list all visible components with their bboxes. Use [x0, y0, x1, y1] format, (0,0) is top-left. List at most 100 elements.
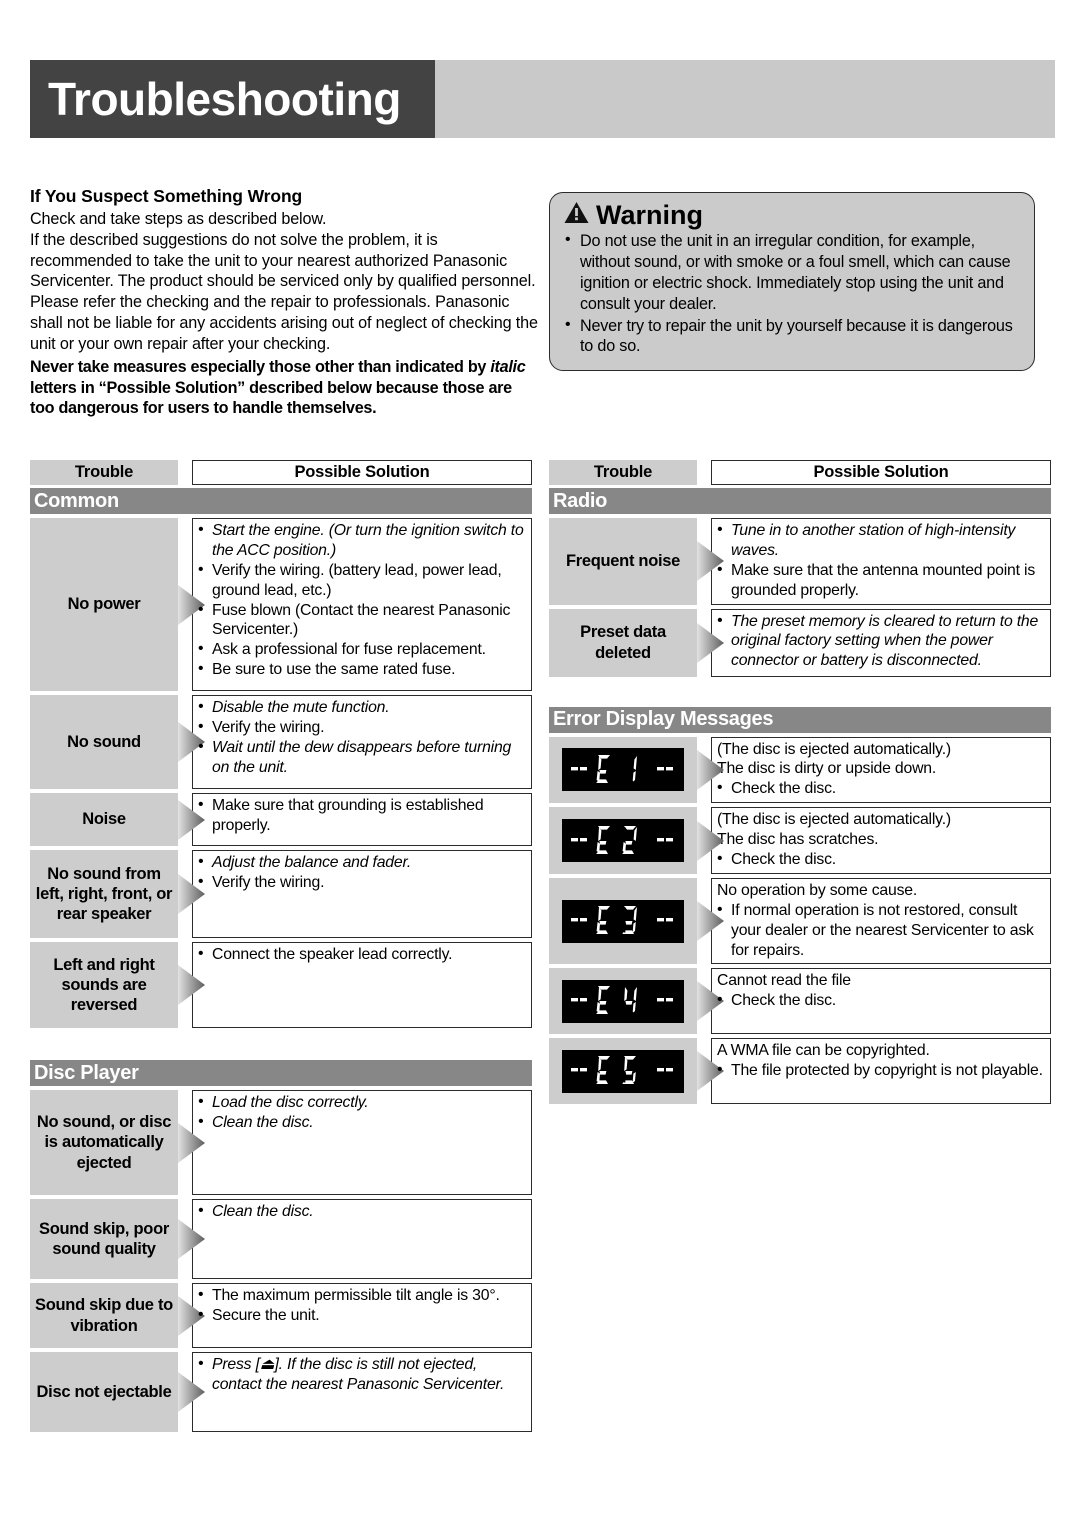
solution-item: The preset memory is cleared to return t… — [716, 611, 1046, 672]
error-description-line: Cannot read the file — [717, 972, 851, 990]
solution-cell: Start the engine. (Or turn the ignition … — [192, 518, 532, 691]
table-header-right: Trouble Possible Solution — [549, 460, 1051, 485]
error-bullet-item: If normal operation is not restored, con… — [716, 900, 1046, 961]
error-row: A WMA file can be copyrighted.The file p… — [549, 1038, 1051, 1105]
arrow-spacer — [178, 850, 205, 938]
error-description-line: No operation by some cause. — [717, 881, 918, 899]
table-row: No soundDisable the mute function.Verify… — [30, 695, 532, 789]
solution-cell: The maximum permissible tilt angle is 30… — [192, 1283, 532, 1348]
solution-item: Be sure to use the same rated fuse. — [197, 659, 527, 680]
error-bullet-item: Check the disc. — [716, 778, 1046, 799]
table-row: Sound skip, poor sound quality Clean the … — [30, 1199, 532, 1279]
error-bullet-list: Check the disc. — [716, 778, 1046, 799]
solution-item: Wait until the dew disappears before tur… — [197, 737, 527, 778]
solution-list: Start the engine. (Or turn the ignition … — [197, 520, 527, 680]
trouble-cell: No sound from left, right, front, or rea… — [30, 850, 178, 938]
solution-cell: Disable the mute function.Verify the wir… — [192, 695, 532, 789]
solution-item: Clean the disc. — [197, 1201, 527, 1222]
table-row: No power Start the engine. (Or turn the i… — [30, 518, 532, 691]
solution-cell: Press [⏏]. If the disc is still not ejec… — [192, 1352, 532, 1432]
trouble-cell: Sound skip, poor sound quality — [30, 1199, 178, 1279]
solution-item: Make sure that grounding is established … — [197, 795, 527, 836]
left-table-column: Trouble Possible Solution Common No powe… — [30, 460, 532, 1436]
solution-cell: Clean the disc. — [192, 1199, 532, 1279]
solution-item: Clean the disc. — [197, 1112, 527, 1133]
arrow-spacer — [178, 695, 205, 789]
solution-list: Make sure that grounding is established … — [197, 795, 527, 836]
error-description-line: (The disc is ejected automatically.) — [717, 740, 951, 758]
table-row: Left and right sounds are reversed Connec… — [30, 942, 532, 1028]
arrow-spacer — [697, 878, 724, 965]
error-description-cell: (The disc is ejected automatically.) The … — [711, 807, 1051, 874]
error-bullet-item: Check the disc. — [716, 849, 1046, 870]
intro-heading: If You Suspect Something Wrong — [30, 186, 303, 206]
arrow-spacer — [178, 1090, 205, 1195]
solution-item: Verify the wiring. — [197, 717, 527, 738]
lcd-display-e4 — [562, 979, 684, 1023]
arrow-spacer — [697, 968, 724, 1034]
column-header-trouble: Trouble — [30, 460, 178, 485]
error-code-cell — [549, 736, 697, 804]
arrow-spacer — [178, 1352, 205, 1432]
arrow-spacer — [697, 737, 724, 804]
solution-list: Press [⏏]. If the disc is still not ejec… — [197, 1354, 527, 1395]
error-code-cell — [549, 877, 697, 965]
error-description-cell: No operation by some cause.If normal ope… — [711, 877, 1051, 965]
section-rows-error-display: (The disc is ejected automatically.) The … — [549, 736, 1051, 1105]
pointer-arrow-icon — [178, 1219, 205, 1259]
solution-item: The maximum permissible tilt angle is 30… — [197, 1285, 527, 1306]
warning-list: Do not use the unit in an irregular cond… — [564, 230, 1022, 357]
error-bullet-list: If normal operation is not restored, con… — [716, 900, 1046, 961]
table-header-left: Trouble Possible Solution — [30, 460, 532, 485]
lcd-display-e3 — [562, 899, 684, 943]
solution-list: Tune in to another station of high-inten… — [716, 520, 1046, 601]
solution-cell: Make sure that grounding is established … — [192, 793, 532, 846]
solution-item: Ask a professional for fuse replacement. — [197, 639, 527, 660]
trouble-cell: No sound, or disc is automatically eject… — [30, 1090, 178, 1195]
section-rows-radio: Frequent noise Tune in to another station… — [549, 518, 1051, 677]
solution-list: The maximum permissible tilt angle is 30… — [197, 1285, 527, 1326]
warning-triangle-icon — [564, 201, 589, 229]
error-description-line: The disc is dirty or upside down. — [717, 760, 937, 778]
solution-item: Load the disc correctly. — [197, 1092, 527, 1113]
error-code-cell — [549, 807, 697, 874]
table-row: Noise Make sure that grounding is establi… — [30, 793, 532, 846]
trouble-cell: Noise — [30, 793, 178, 846]
intro-paragraph-2: If the described suggestions do not solv… — [30, 230, 538, 353]
solution-item: Secure the unit. — [197, 1305, 527, 1326]
column-header-solution: Possible Solution — [192, 460, 532, 485]
table-row: Sound skip due to vibration The maximum p… — [30, 1283, 532, 1348]
arrow-spacer — [178, 942, 205, 1028]
error-code-cell — [549, 1038, 697, 1105]
error-description-cell: Cannot read the fileCheck the disc. — [711, 968, 1051, 1035]
error-bullet-list: Check the disc. — [716, 849, 1046, 870]
error-row: (The disc is ejected automatically.) The … — [549, 736, 1051, 804]
troubleshooting-page: Troubleshooting If You Suspect Something… — [0, 0, 1080, 1526]
solution-item: Verify the wiring. — [197, 872, 527, 893]
warning-box: Warning Do not use the unit in an irregu… — [549, 192, 1035, 372]
arrow-spacer — [697, 1038, 724, 1104]
table-row: No sound, or disc is automatically eject… — [30, 1090, 532, 1195]
error-row: (The disc is ejected automatically.) The … — [549, 807, 1051, 874]
solution-list: The preset memory is cleared to return t… — [716, 611, 1046, 672]
solution-cell: Connect the speaker lead correctly. — [192, 942, 532, 1028]
arrow-spacer — [178, 1199, 205, 1279]
solution-cell: Adjust the balance and fader.Verify the … — [192, 850, 532, 938]
table-row: No sound from left, right, front, or rea… — [30, 850, 532, 938]
error-row: No operation by some cause.If normal ope… — [549, 877, 1051, 965]
solution-cell: Tune in to another station of high-inten… — [711, 518, 1051, 605]
warning-title: Warning — [596, 200, 703, 230]
trouble-cell: Left and right sounds are reversed — [30, 942, 178, 1028]
arrow-spacer — [178, 1283, 205, 1348]
section-bar-error-display: Error Display Messages — [549, 706, 1051, 733]
solution-list: Connect the speaker lead correctly. — [197, 944, 527, 965]
arrow-spacer — [697, 609, 724, 677]
section-rows-disc-player: No sound, or disc is automatically eject… — [30, 1090, 532, 1432]
solution-item: Press [⏏]. If the disc is still not ejec… — [197, 1354, 527, 1395]
section-bar-disc-player: Disc Player — [30, 1060, 532, 1086]
warning-item: Do not use the unit in an irregular cond… — [564, 230, 1022, 314]
column-header-trouble: Trouble — [549, 460, 697, 485]
solution-item: Make sure that the antenna mounted point… — [716, 560, 1046, 601]
trouble-cell: Preset data deleted — [549, 608, 697, 677]
error-row: Cannot read the fileCheck the disc. — [549, 968, 1051, 1035]
